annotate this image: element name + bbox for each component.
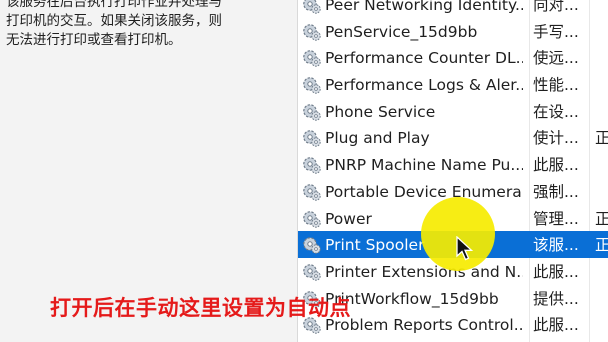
- gear-icon: [303, 237, 321, 254]
- service-description: 此服...: [533, 316, 579, 335]
- service-row[interactable]: PNRP Machine Name Pu... 此服...: [298, 151, 608, 178]
- service-description: 性能...: [533, 76, 579, 95]
- service-description: 管理...: [533, 209, 579, 228]
- service-row[interactable]: Performance Logs & Aler... 性能...: [298, 71, 608, 98]
- service-status: 正: [595, 209, 608, 228]
- service-description: 此服...: [533, 262, 579, 281]
- service-name: PenService_15d9bb: [325, 22, 478, 41]
- service-description: 提供...: [533, 289, 579, 308]
- service-status: 正: [595, 236, 608, 255]
- description-line: 无法进行打印或查看打印机。: [6, 32, 182, 48]
- service-name: PrintWorkflow_15d9bb: [325, 289, 499, 308]
- service-name: Printer Extensions and N...: [325, 262, 523, 281]
- service-row[interactable]: Printer Extensions and N... 此服...: [298, 258, 608, 285]
- service-row[interactable]: Power 管理... 正: [298, 205, 608, 232]
- service-row[interactable]: Plug and Play 使计... 正: [298, 124, 608, 151]
- service-row[interactable]: Phone Service 在设...: [298, 98, 608, 125]
- gear-icon: [303, 23, 321, 41]
- mouse-cursor-icon: [456, 236, 474, 261]
- service-row[interactable]: Performance Counter DL... 使远...: [298, 44, 608, 71]
- gear-icon: [303, 264, 321, 281]
- description-line: 打印机的交互。如果关闭该服务，则: [6, 13, 222, 29]
- service-row[interactable]: Print Spooler 该服... 正: [298, 231, 608, 258]
- tutorial-caption: 打开后在手动这里设置为自动点: [50, 296, 351, 320]
- gear-icon: [303, 0, 321, 14]
- service-name: Phone Service: [325, 102, 436, 121]
- service-description-pane: 该服务在后台执行打印作业并处理与 打印机的交互。如果关闭该服务，则 无法进行打印…: [0, 0, 298, 342]
- service-row[interactable]: PenService_15d9bb 手写...: [298, 18, 608, 45]
- service-description: 使计...: [533, 129, 579, 148]
- service-status: 正: [595, 129, 608, 148]
- service-name: Performance Counter DL...: [325, 49, 523, 68]
- service-name: Peer Networking Identity...: [325, 0, 523, 14]
- service-description: 此服...: [533, 156, 579, 175]
- service-name: Plug and Play: [325, 129, 430, 148]
- gear-icon: [303, 184, 321, 201]
- services-list: Peer Networking Identity... 向对... PenSer…: [298, 0, 608, 338]
- description-line: 该服务在后台执行打印作业并处理与: [6, 0, 222, 10]
- service-description: 强制...: [533, 182, 579, 201]
- service-description: 向对...: [533, 0, 579, 14]
- service-name: Problem Reports Control...: [325, 316, 523, 335]
- service-name: Performance Logs & Aler...: [325, 76, 523, 95]
- service-name: Power: [325, 209, 372, 228]
- gear-icon: [303, 77, 321, 94]
- service-description: 使远...: [533, 49, 579, 68]
- service-name: PNRP Machine Name Pu...: [325, 156, 523, 175]
- service-name: Portable Device Enumera...: [325, 182, 523, 201]
- service-description: 手写...: [533, 22, 579, 41]
- service-name: Print Spooler: [325, 236, 425, 255]
- gear-icon: [303, 103, 321, 121]
- service-description-text: 该服务在后台执行打印作业并处理与 打印机的交互。如果关闭该服务，则 无法进行打印…: [6, 0, 291, 50]
- service-description: 在设...: [533, 102, 579, 121]
- gear-icon: [303, 210, 321, 228]
- gear-icon: [303, 157, 321, 174]
- service-row[interactable]: Portable Device Enumera... 强制...: [298, 178, 608, 205]
- service-row[interactable]: Peer Networking Identity... 向对...: [298, 0, 608, 18]
- gear-icon: [303, 50, 321, 68]
- service-description: 该服...: [533, 236, 579, 255]
- gear-icon: [303, 130, 321, 148]
